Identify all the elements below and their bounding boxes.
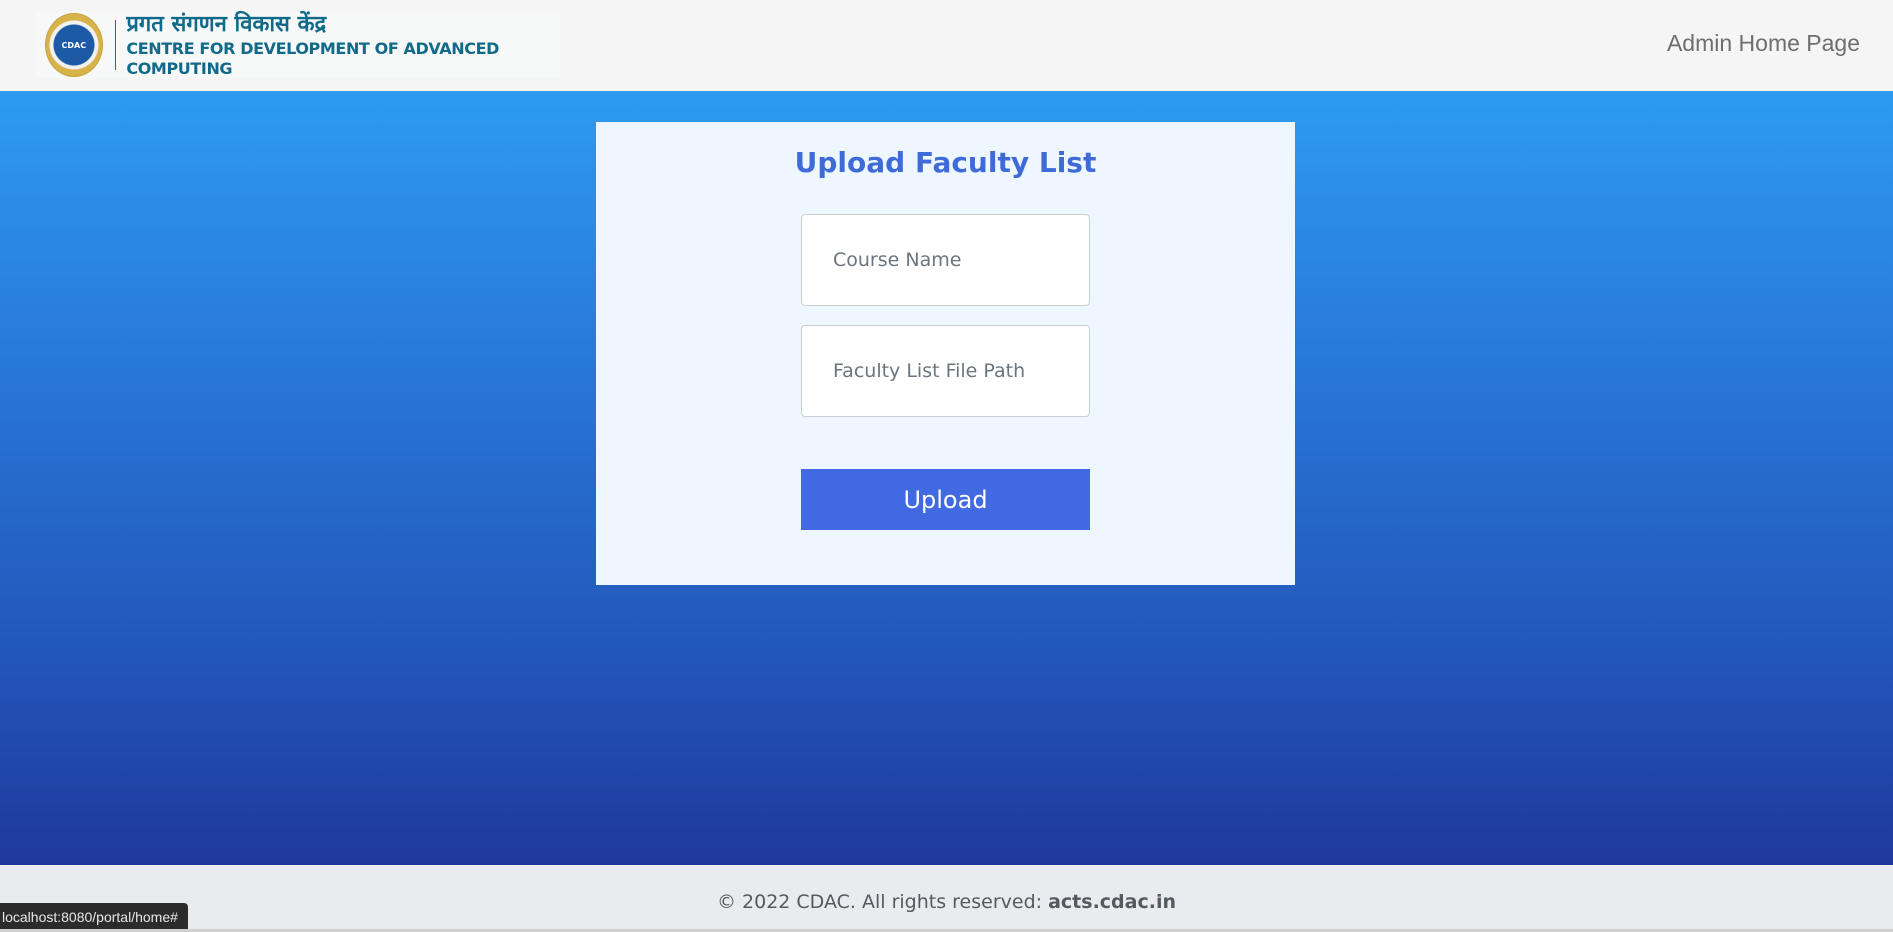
faculty-file-path-input[interactable] [801, 325, 1090, 417]
cdac-logo[interactable]: CDAC प्रगत संगणन विकास केंद्र CENTRE FOR… [36, 12, 560, 78]
status-bar-url: localhost:8080/portal/home# [0, 903, 188, 932]
upload-button[interactable]: Upload [801, 469, 1090, 530]
upload-faculty-card: Upload Faculty List Upload [596, 122, 1295, 585]
seal-text: CDAC [61, 40, 87, 50]
copyright-text: © 2022 CDAC. All rights reserved: [716, 891, 1049, 913]
cdac-seal-icon: CDAC [45, 13, 103, 77]
admin-home-link[interactable]: Admin Home Page [1667, 30, 1860, 57]
footer: © 2022 CDAC. All rights reserved: acts.c… [0, 865, 1893, 932]
logo-text: प्रगत संगणन विकास केंद्र CENTRE FOR DEVE… [126, 11, 560, 79]
logo-english-text: CENTRE FOR DEVELOPMENT OF ADVANCED COMPU… [126, 39, 500, 78]
acts-cdac-link[interactable]: acts.cdac.in [1048, 891, 1176, 913]
page: CDAC प्रगत संगणन विकास केंद्र CENTRE FOR… [0, 0, 1893, 932]
course-name-input[interactable] [801, 214, 1090, 306]
top-navbar: CDAC प्रगत संगणन विकास केंद्र CENTRE FOR… [0, 0, 1893, 91]
logo-divider [114, 20, 117, 70]
page-title: Upload Faculty List [794, 146, 1097, 179]
logo-hindi-text: प्रगत संगणन विकास केंद्र [126, 12, 327, 37]
main-content: Upload Faculty List Upload [0, 91, 1893, 865]
